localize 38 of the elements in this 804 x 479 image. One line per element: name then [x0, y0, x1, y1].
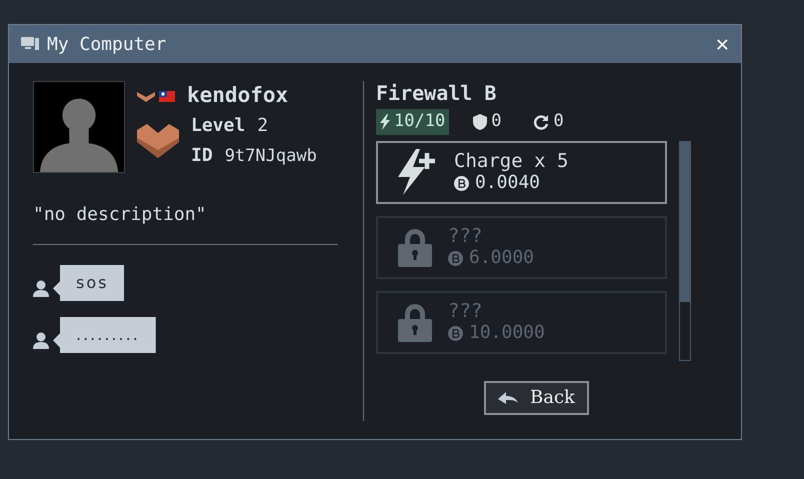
back-button[interactable]: Back — [484, 380, 589, 414]
chat-message: sos — [53, 265, 124, 301]
padlock-icon — [398, 302, 432, 342]
username: kendofox — [187, 82, 288, 110]
charge-badge: 10/10 — [376, 109, 450, 134]
scrollbar[interactable] — [679, 140, 691, 360]
regen-value: 0 — [553, 110, 564, 133]
upgrade-price: 6.0000 — [469, 247, 534, 269]
refresh-icon — [533, 114, 550, 130]
window-title: My Computer — [47, 32, 166, 56]
user-icon — [33, 280, 49, 297]
user-icon — [33, 332, 49, 349]
close-button[interactable]: ✕ — [716, 28, 729, 60]
shield-value: 0 — [491, 110, 502, 133]
id-label: ID — [191, 144, 213, 168]
lightning-icon — [380, 114, 390, 130]
shield-icon — [473, 114, 488, 130]
profile-description: "no description" — [33, 203, 208, 227]
rank-chevron-icon — [137, 90, 155, 102]
firewall-title: Firewall B — [376, 81, 498, 105]
padlock-icon — [398, 227, 432, 267]
upgrade-name: ??? — [448, 225, 484, 247]
chat-message: ......... — [53, 317, 156, 353]
upgrade-price: 0.0040 — [475, 172, 540, 194]
coin-icon — [448, 250, 463, 266]
coin-icon — [454, 176, 469, 190]
rank-chevron-icon — [137, 124, 179, 158]
level-label: Level — [191, 114, 246, 138]
coin-icon — [448, 326, 463, 340]
upgrade-card[interactable]: Charge x 5 0.0040 — [376, 140, 667, 204]
upgrade-name: ??? — [448, 300, 484, 322]
id-value: 9t7NJqawb — [224, 145, 317, 168]
computer-icon — [21, 37, 39, 51]
level-value: 2 — [257, 114, 268, 138]
upgrade-name: Charge x 5 — [454, 150, 568, 172]
upgrade-price: 10.0000 — [469, 322, 545, 344]
flag-icon — [159, 90, 175, 102]
back-arrow-icon — [498, 390, 518, 404]
